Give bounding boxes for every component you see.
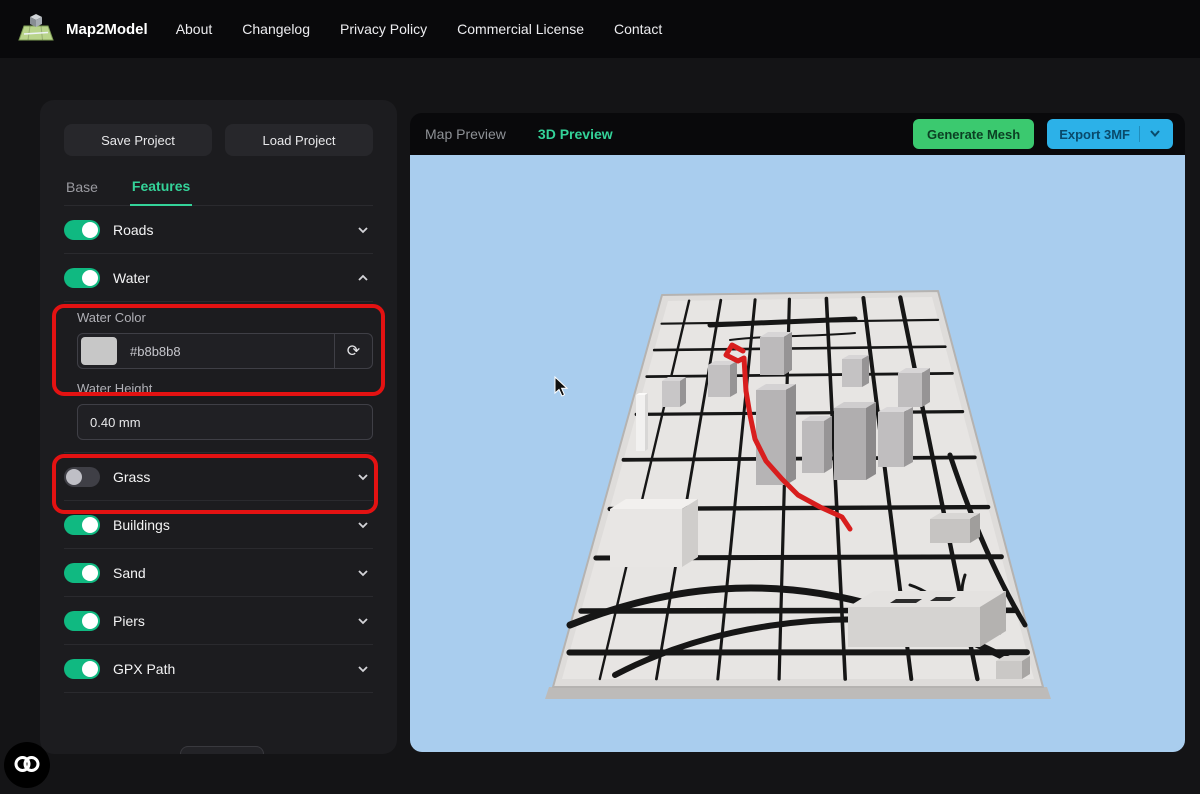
tab-features[interactable]: Features (129, 178, 193, 206)
feature-label-grass: Grass (113, 468, 151, 485)
toggle-knob (82, 221, 98, 238)
feature-row-grass: Grass (64, 453, 373, 501)
feature-label-roads: Roads (113, 221, 154, 238)
toggle-knob (66, 468, 82, 485)
water-color-label: Water Color (77, 310, 146, 325)
chevron-down-icon[interactable] (353, 220, 373, 240)
grass-toggle[interactable] (64, 466, 100, 487)
water-height-label: Water Height (77, 381, 153, 396)
feature-label-piers: Piers (113, 612, 145, 629)
toggle-knob (82, 612, 98, 629)
preview-header: Map Preview 3D Preview Generate Mesh Exp… (410, 113, 1185, 155)
feature-row-gpx-path: GPX Path (64, 645, 373, 693)
watermark-badge[interactable] (4, 742, 50, 788)
water-color-field: ⟳ (77, 333, 373, 369)
chevron-down-icon[interactable] (353, 611, 373, 631)
clipped-control (180, 746, 264, 754)
tab-map-preview[interactable]: Map Preview (425, 126, 506, 142)
settings-tabs: Base Features (64, 178, 373, 206)
project-buttons: Save Project Load Project (64, 124, 373, 156)
feature-label-sand: Sand (113, 564, 146, 581)
nav-link-commercial-license[interactable]: Commercial License (457, 21, 584, 37)
water-color-input[interactable] (120, 334, 334, 368)
chevron-down-icon[interactable] (353, 659, 373, 679)
buildings-toggle[interactable] (64, 514, 100, 535)
gpx-path-toggle[interactable] (64, 658, 100, 679)
feature-row-water: Water (64, 254, 373, 302)
nav-link-privacy-policy[interactable]: Privacy Policy (340, 21, 427, 37)
feature-row-piers: Piers (64, 597, 373, 645)
water-settings-section: Water Color ⟳ Water Height (64, 302, 373, 453)
water-toggle[interactable] (64, 267, 100, 288)
roads-toggle[interactable] (64, 219, 100, 240)
export-3mf-label: Export 3MF (1059, 126, 1130, 142)
chevron-down-icon (1149, 127, 1161, 142)
sand-toggle[interactable] (64, 562, 100, 583)
load-project-button[interactable]: Load Project (225, 124, 373, 156)
settings-panel: Save Project Load Project Base Features … (40, 100, 397, 754)
feature-row-buildings: Buildings (64, 501, 373, 549)
app-brand[interactable]: Map2Model (16, 12, 148, 47)
tab-3d-preview[interactable]: 3D Preview (538, 126, 613, 142)
save-project-button[interactable]: Save Project (64, 124, 212, 156)
feature-label-gpx-path: GPX Path (113, 660, 176, 677)
piers-toggle[interactable] (64, 610, 100, 631)
toggle-knob (82, 564, 98, 581)
feature-label-buildings: Buildings (113, 516, 170, 533)
toggle-knob (82, 516, 98, 533)
nav-link-changelog[interactable]: Changelog (242, 21, 310, 37)
chevron-down-icon[interactable] (353, 467, 373, 487)
water-height-input[interactable] (77, 404, 373, 440)
3d-preview-viewport[interactable] (410, 155, 1185, 752)
nav-link-contact[interactable]: Contact (614, 21, 662, 37)
chevron-up-icon[interactable] (353, 268, 373, 288)
water-color-swatch[interactable] (81, 337, 117, 365)
tab-base[interactable]: Base (64, 178, 100, 205)
feature-row-roads: Roads (64, 206, 373, 254)
toggle-knob (82, 269, 98, 286)
top-navbar: Map2Model About Changelog Privacy Policy… (0, 0, 1200, 58)
header-actions: Generate Mesh Export 3MF (913, 119, 1173, 149)
generate-mesh-button[interactable]: Generate Mesh (913, 119, 1035, 149)
export-3mf-button[interactable]: Export 3MF (1047, 119, 1173, 149)
app-logo-icon (16, 12, 56, 47)
3d-model-render (545, 290, 1051, 699)
refresh-icon[interactable]: ⟳ (334, 334, 372, 368)
brand-name: Map2Model (66, 20, 148, 38)
button-divider (1139, 126, 1140, 142)
chevron-down-icon[interactable] (353, 515, 373, 535)
feature-row-sand: Sand (64, 549, 373, 597)
nav-link-about[interactable]: About (176, 21, 213, 37)
chevron-down-icon[interactable] (353, 563, 373, 583)
feature-label-water: Water (113, 269, 150, 286)
linked-rings-icon (13, 754, 41, 777)
nav-links: About Changelog Privacy Policy Commercia… (176, 21, 663, 37)
toggle-knob (82, 660, 98, 677)
